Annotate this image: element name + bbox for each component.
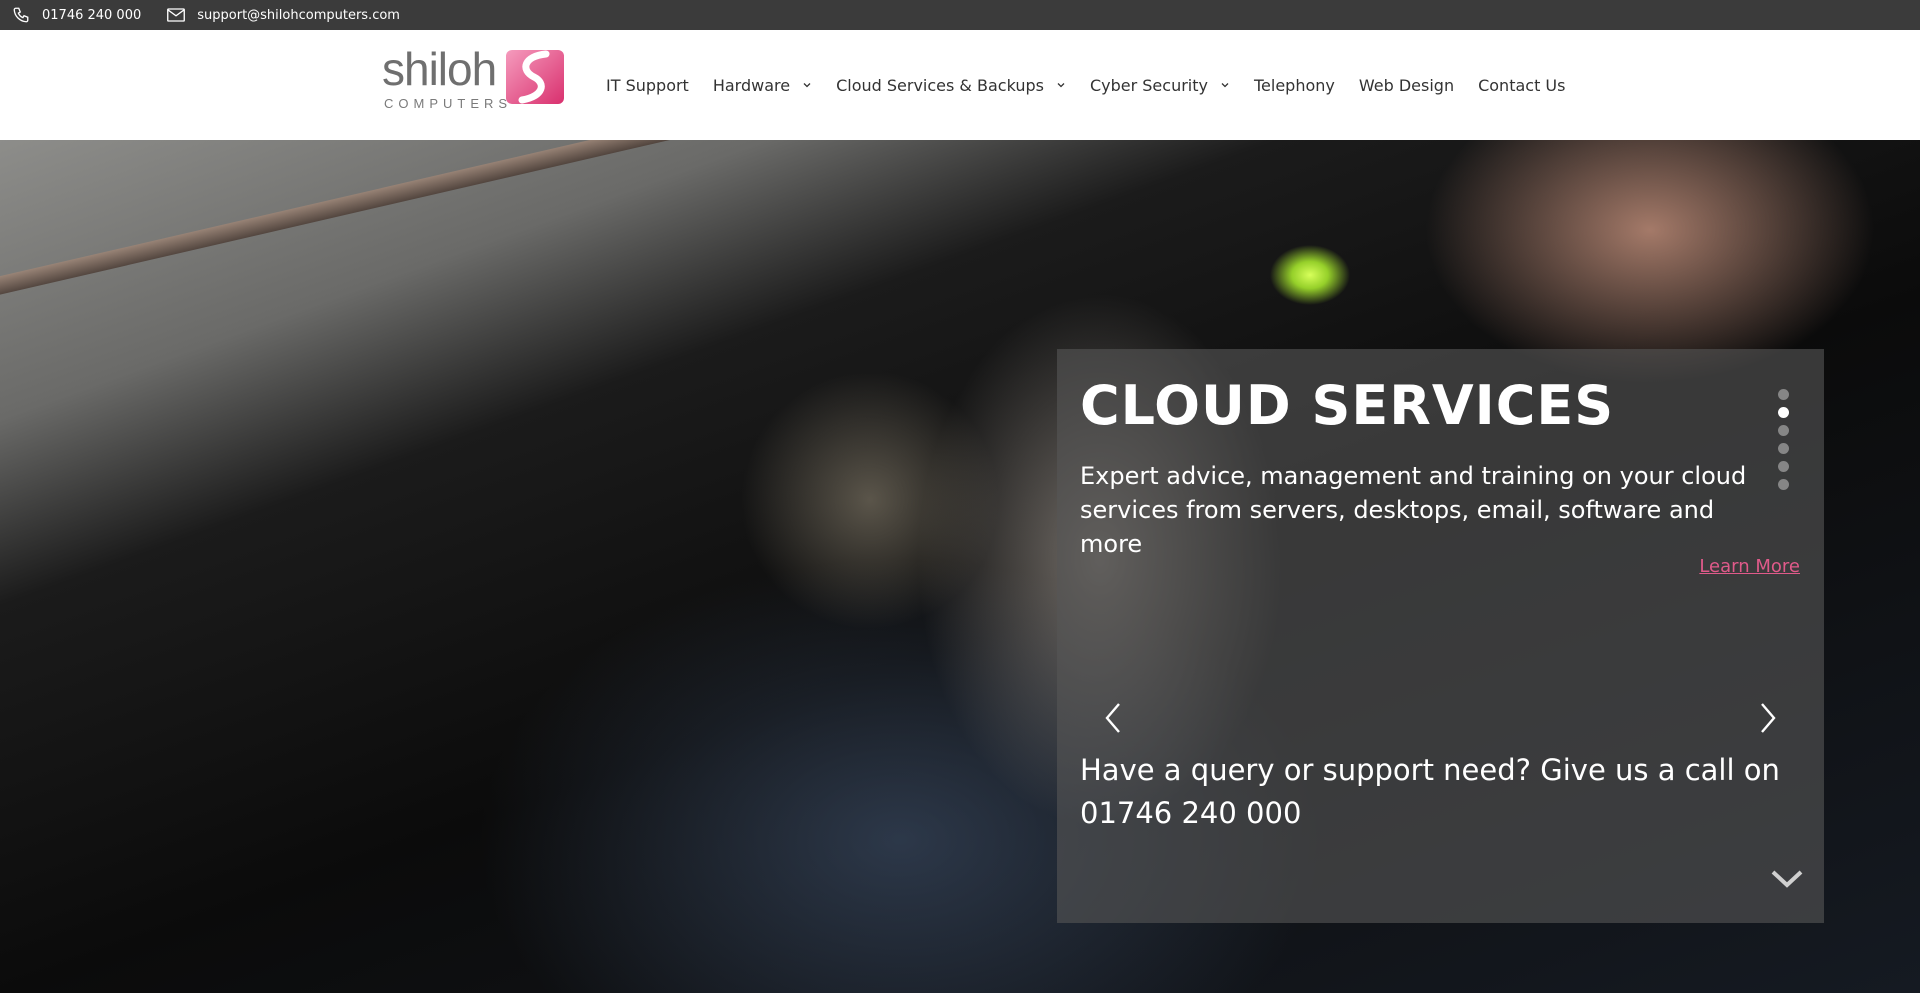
slide-dot-2[interactable]	[1778, 407, 1789, 418]
chevron-down-icon	[1771, 870, 1803, 888]
slide-dot-4[interactable]	[1778, 443, 1789, 454]
slide-dot-3[interactable]	[1778, 425, 1789, 436]
slide-dot-6[interactable]	[1778, 479, 1789, 490]
previous-slide-button[interactable]	[1101, 701, 1127, 735]
phone-number[interactable]: 01746 240 000	[42, 8, 141, 23]
chevron-down-icon	[1220, 80, 1230, 90]
nav-label: IT Support	[606, 75, 689, 95]
nav-label: Telephony	[1253, 75, 1335, 95]
nav-item-web-design[interactable]: Web Design	[1359, 76, 1454, 95]
chevron-left-icon	[1105, 703, 1120, 733]
nav-item-contact-us[interactable]: Contact Us	[1478, 76, 1565, 95]
nav-item-cloud-services[interactable]: Cloud Services & Backups	[836, 76, 1066, 95]
top-contact-bar: 01746 240 000 support@shilohcomputers.co…	[0, 0, 1920, 30]
nav-label: Hardware	[712, 75, 791, 95]
slide-title: CLOUD SERVICES	[1080, 374, 1615, 437]
nav-label: Web Design	[1358, 75, 1455, 95]
hero-background-port	[740, 370, 1000, 630]
phone-icon	[10, 6, 32, 24]
nav-item-hardware[interactable]: Hardware	[713, 76, 812, 95]
hero-caption-panel: CLOUD SERVICES Expert advice, management…	[1057, 349, 1824, 923]
slide-pagination	[1778, 389, 1790, 497]
support-call-text: Have a query or support need? Give us a …	[1080, 753, 1780, 830]
main-nav: IT Support Hardware Cloud Services & Bac…	[606, 30, 1589, 140]
nav-item-cyber-security[interactable]: Cyber Security	[1090, 76, 1230, 95]
nav-label: Cloud Services & Backups	[836, 75, 1044, 95]
slide-dot-5[interactable]	[1778, 461, 1789, 472]
chevron-right-icon	[1761, 703, 1776, 733]
nav-label: Cyber Security	[1089, 75, 1208, 95]
learn-more-link[interactable]: Learn More	[1699, 556, 1800, 577]
logo-mark-icon	[506, 50, 564, 104]
email-contact[interactable]: support@shilohcomputers.com	[165, 6, 400, 24]
logo-subtitle: COMPUTERS	[384, 96, 513, 111]
next-slide-button[interactable]	[1754, 701, 1780, 735]
hero-background-shelf	[0, 140, 1309, 308]
email-address[interactable]: support@shilohcomputers.com	[197, 8, 400, 23]
chevron-down-icon	[1056, 80, 1066, 90]
site-header: shiloh COMPUTERS IT Support Hardware Clo…	[0, 30, 1920, 140]
nav-label: Contact Us	[1478, 75, 1566, 95]
slide-dot-1[interactable]	[1778, 389, 1789, 400]
slide-description: Expert advice, management and training o…	[1080, 462, 1747, 558]
scroll-down-button[interactable]	[1770, 868, 1804, 890]
envelope-icon	[165, 6, 187, 24]
hero-slider: CLOUD SERVICES Expert advice, management…	[0, 140, 1920, 993]
logo-wordmark: shiloh	[382, 43, 497, 95]
nav-item-telephony[interactable]: Telephony	[1254, 76, 1335, 95]
chevron-down-icon	[802, 80, 812, 90]
phone-contact[interactable]: 01746 240 000	[10, 6, 141, 24]
nav-item-it-support[interactable]: IT Support	[606, 76, 689, 95]
shiloh-logo[interactable]: shiloh COMPUTERS	[382, 43, 564, 116]
